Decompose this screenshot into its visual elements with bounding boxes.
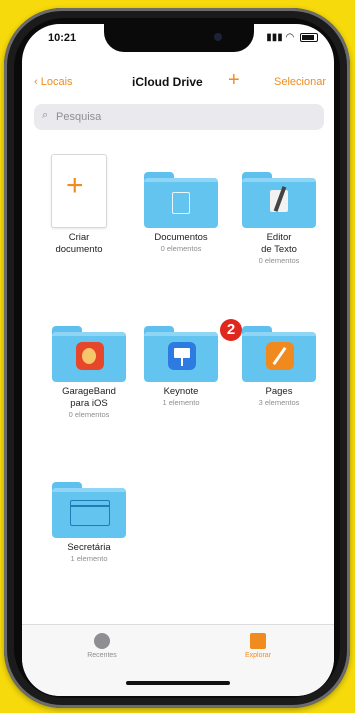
tab-browse-label: Explorar — [244, 652, 272, 659]
page-title: iCloud Drive — [132, 75, 203, 89]
wifi-icon: ◠ — [285, 32, 295, 43]
search-bar[interactable]: ⌕ Pesquisa — [34, 104, 324, 130]
item-count: 3 elementos — [258, 398, 300, 407]
folder-secretaria[interactable]: Secretária 1 elemento — [44, 482, 134, 564]
item-name: Documentos — [154, 232, 208, 243]
back-button[interactable]: ‹ Locais — [34, 76, 73, 88]
folder-icon — [144, 172, 218, 228]
search-icon: ⌕ — [42, 109, 49, 121]
folder-keynote[interactable]: Keynote 1 elemento — [136, 326, 226, 408]
battery-icon — [300, 32, 318, 42]
tab-browse[interactable]: Explorar — [218, 633, 298, 659]
document-icon — [172, 192, 190, 214]
back-label: Locais — [40, 76, 73, 88]
pages-icon — [266, 342, 294, 370]
folder-icon — [242, 326, 316, 382]
chevron-left-icon: ‹ — [34, 76, 38, 88]
camera-icon — [214, 33, 222, 41]
notch — [104, 24, 254, 52]
folder-garageband[interactable]: GarageBand para iOS 0 elementos — [44, 326, 134, 420]
screen: 10:21 ▮▮▮ ◠ ‹ Locais iCloud Drive + Sele… — [22, 24, 334, 696]
create-document-card: + — [51, 154, 107, 228]
item-name: Criar documento — [55, 232, 103, 255]
item-name: Pages — [265, 386, 293, 397]
tab-recents-label: Recentes — [87, 652, 117, 659]
search-placeholder: Pesquisa — [56, 111, 102, 123]
window-icon — [70, 500, 110, 526]
item-count: 0 elementos — [258, 256, 300, 265]
item-count: 1 elemento — [162, 398, 200, 407]
item-count: 0 elementos — [160, 244, 202, 253]
create-document-item[interactable]: + Criar documento — [34, 154, 124, 256]
item-name: Keynote — [163, 386, 199, 397]
clock-icon — [94, 633, 110, 649]
item-name: Secretária — [67, 542, 111, 553]
item-name: Editor de Texto — [261, 232, 297, 255]
plus-icon: + — [66, 169, 84, 202]
select-button[interactable]: Selecionar — [274, 76, 326, 88]
folder-documentos[interactable]: Documentos 0 elementos — [136, 172, 226, 254]
signal-icon: ▮▮▮ — [266, 32, 283, 43]
home-indicator[interactable] — [126, 681, 230, 685]
navigation-bar: ‹ Locais iCloud Drive + Selecionar — [22, 70, 334, 98]
add-button[interactable]: + — [228, 70, 240, 90]
garageband-icon — [76, 342, 104, 370]
folder-icon — [242, 172, 316, 228]
folder-icon — [52, 326, 126, 382]
folder-icon — [52, 482, 126, 538]
status-time: 10:21 — [48, 32, 77, 44]
tab-recents[interactable]: Recentes — [62, 633, 142, 659]
item-name: GarageBand para iOS — [62, 386, 116, 409]
folder-editor-de-texto[interactable]: Editor de Texto 0 elementos — [234, 172, 324, 266]
status-icons: ▮▮▮ ◠ — [266, 32, 318, 43]
keynote-icon — [168, 342, 196, 370]
tab-bar: Recentes Explorar — [22, 624, 334, 696]
item-count: 1 elemento — [70, 554, 108, 563]
folder-pages[interactable]: Pages 3 elementos — [234, 326, 324, 408]
folder-icon — [144, 326, 218, 382]
folder-icon — [250, 633, 266, 649]
item-count: 0 elementos — [68, 410, 110, 419]
